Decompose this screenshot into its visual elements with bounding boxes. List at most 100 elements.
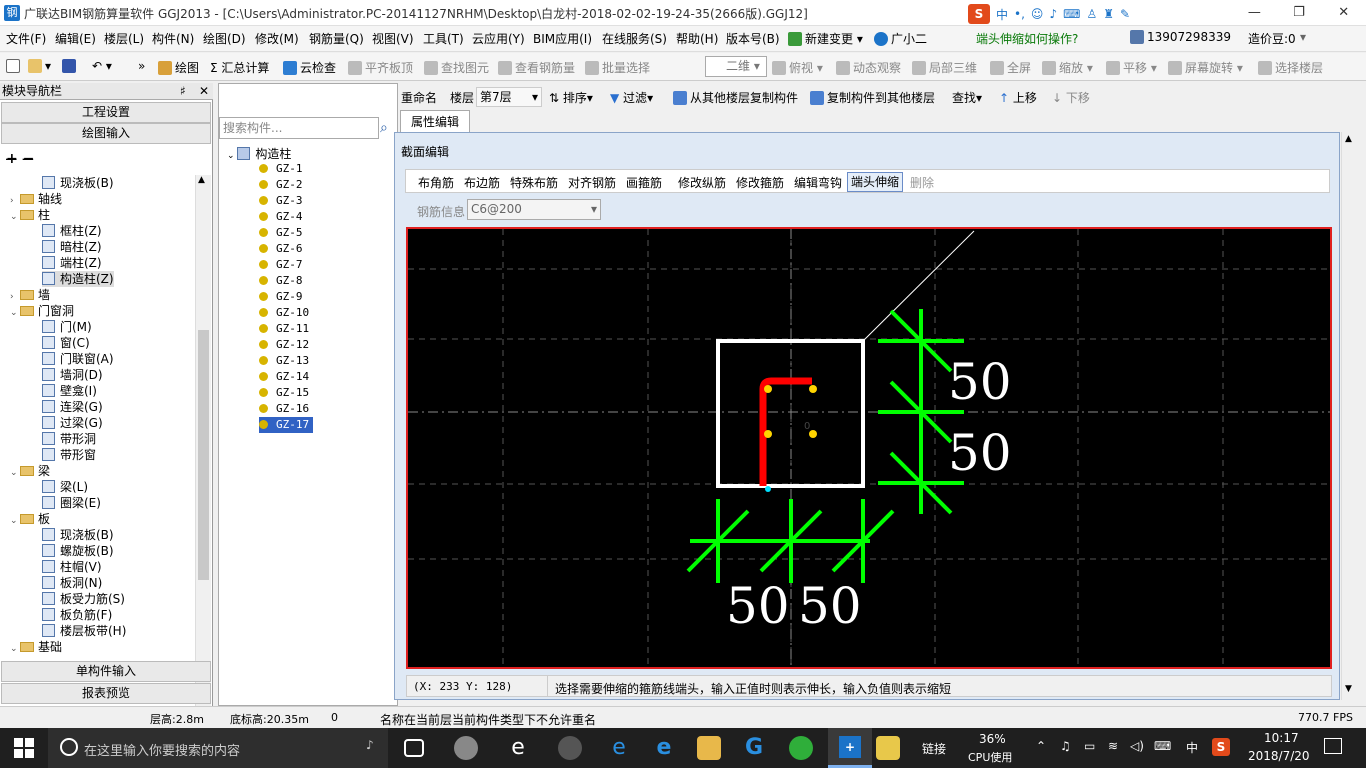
notes-app-icon[interactable] xyxy=(876,736,900,760)
mic-icon[interactable]: ♪ xyxy=(366,738,374,752)
component-item[interactable]: GZ-14 xyxy=(259,369,309,385)
section-canvas[interactable]: 0 50 50 50 50 xyxy=(406,227,1332,669)
component-item[interactable]: GZ-2 xyxy=(259,177,303,193)
task-view-icon[interactable] xyxy=(404,739,424,757)
tree-item[interactable]: 圈梁(E) xyxy=(42,495,101,511)
ggj-app-taskbar-button[interactable]: + xyxy=(828,728,872,768)
tool-edit-hook[interactable]: 编辑弯钩 xyxy=(794,174,842,191)
tab-report-preview[interactable]: 报表预览 xyxy=(1,683,211,704)
collapse-icon[interactable]: ⌄ xyxy=(227,151,237,161)
user-icon[interactable]: ♙ xyxy=(1086,7,1097,21)
more-icon[interactable]: » xyxy=(138,59,145,73)
keyboard-icon[interactable]: ⌨ xyxy=(1063,7,1080,21)
menu-modify[interactable]: 修改(M) xyxy=(255,30,299,47)
tree-item[interactable]: 楼层板带(H) xyxy=(42,623,126,639)
tree-folder[interactable]: ⌄ 柱 xyxy=(10,207,50,223)
search-input[interactable]: 搜索构件... xyxy=(219,117,379,139)
file-explorer-icon[interactable] xyxy=(697,736,721,760)
close-button[interactable]: ✕ xyxy=(1321,0,1366,26)
tree-item[interactable]: 板受力筋(S) xyxy=(42,591,125,607)
component-root[interactable]: ⌄ 构造柱 xyxy=(227,145,291,162)
copy-to-floor-button[interactable]: 复制构件到其他楼层 xyxy=(810,89,935,106)
menu-online[interactable]: 在线服务(S) xyxy=(602,30,667,47)
ie-blue-icon[interactable]: e xyxy=(652,736,676,760)
menu-view[interactable]: 视图(V) xyxy=(372,30,414,47)
menu-version[interactable]: 版本号(B) xyxy=(726,30,780,47)
price-beans[interactable]: 造价豆:0 xyxy=(1248,30,1296,47)
floor-select[interactable]: 第7层 ▾ xyxy=(476,87,542,107)
copy-from-floor-button[interactable]: 从其他楼层复制构件 xyxy=(673,89,798,106)
sort-button[interactable]: ⇅ 排序▾ xyxy=(549,89,593,106)
tree-item[interactable]: 带形洞 xyxy=(42,431,96,447)
view-mode-select[interactable]: 二维 ▾ xyxy=(705,56,767,77)
tab-project-settings[interactable]: 工程设置 xyxy=(1,102,211,123)
component-item[interactable]: GZ-8 xyxy=(259,273,303,289)
menu-floor[interactable]: 楼层(L) xyxy=(104,30,144,47)
component-item[interactable]: GZ-12 xyxy=(259,337,309,353)
edge-icon[interactable]: e xyxy=(607,736,631,760)
tree-item[interactable]: 梁(L) xyxy=(42,479,88,495)
summary-button[interactable]: Σ 汇总计算 xyxy=(210,59,269,76)
menu-cloud[interactable]: 云应用(Y) xyxy=(472,30,525,47)
tree-item[interactable]: 板洞(N) xyxy=(42,575,102,591)
fan-app-icon[interactable] xyxy=(454,736,478,760)
menu-tools[interactable]: 工具(T) xyxy=(423,30,464,47)
flush-top-button[interactable]: 平齐板顶 xyxy=(348,59,413,76)
price-dropdown-icon[interactable]: ▾ xyxy=(1300,30,1306,44)
maximize-button[interactable]: ❐ xyxy=(1277,0,1322,26)
menu-bim[interactable]: BIM应用(I) xyxy=(533,30,592,47)
tree-item[interactable]: 柱帽(V) xyxy=(42,559,102,575)
battery-icon[interactable]: ▭ xyxy=(1084,739,1095,753)
clock-time[interactable]: 10:17 xyxy=(1264,731,1299,745)
windows-start-icon[interactable] xyxy=(14,738,34,758)
wifi-icon[interactable]: ≋ xyxy=(1108,739,1118,753)
tree-item[interactable]: 过梁(G) xyxy=(42,415,103,431)
tree-item[interactable]: 带形窗 xyxy=(42,447,96,463)
tray-expand-icon[interactable]: ⌃ xyxy=(1036,739,1046,753)
tree-item[interactable]: 门联窗(A) xyxy=(42,351,114,367)
select-floor-button[interactable]: 选择楼层 xyxy=(1258,59,1323,76)
scroll-up-icon[interactable]: ▲ xyxy=(1345,134,1352,144)
link-toolbar[interactable]: 链接 xyxy=(922,740,946,757)
taskbar-search[interactable]: 在这里输入你要搜索的内容 ♪ xyxy=(48,728,388,768)
view-rebar-button[interactable]: 查看钢筋量 xyxy=(498,59,575,76)
top-view-button[interactable]: 俯视 ▾ xyxy=(772,59,823,76)
chevron-down-icon[interactable]: ⌄ xyxy=(10,641,20,657)
tree-folder[interactable]: › 轴线 xyxy=(10,191,62,207)
punctuation-icon[interactable]: •, xyxy=(1014,7,1025,21)
tree-item[interactable]: 窗(C) xyxy=(42,335,90,351)
component-item[interactable]: GZ-17 xyxy=(259,417,314,433)
tab-property-edit[interactable]: 属性编辑 xyxy=(400,110,470,132)
ime-lang-indicator[interactable]: 中 xyxy=(1186,739,1198,756)
fullscreen-button[interactable]: 全屏 xyxy=(990,59,1031,76)
ime-lang[interactable]: 中 xyxy=(996,6,1008,23)
tree-item[interactable]: 构造柱(Z) xyxy=(42,271,114,287)
nav-scrollbar[interactable]: ▲ ▼ xyxy=(195,175,211,740)
scroll-up-icon[interactable]: ▲ xyxy=(198,175,205,185)
undo-icon[interactable]: ↶ ▾ xyxy=(92,59,112,73)
menu-edit[interactable]: 编辑(E) xyxy=(55,30,96,47)
component-item[interactable]: GZ-10 xyxy=(259,305,309,321)
tool-edge-rebar[interactable]: 布边筋 xyxy=(464,174,500,191)
close-icon[interactable]: ✕ xyxy=(199,83,209,100)
chevron-down-icon[interactable]: ⌄ xyxy=(10,513,20,529)
tree-item[interactable]: 现浇板(B) xyxy=(42,527,114,543)
cloud-check-button[interactable]: 云检查 xyxy=(283,59,336,76)
green-browser-icon[interactable] xyxy=(789,736,813,760)
tree-item[interactable]: 现浇板(B) xyxy=(42,175,114,191)
scroll-down-icon[interactable]: ▼ xyxy=(1345,684,1352,694)
menu-draw[interactable]: 绘图(D) xyxy=(203,30,246,47)
new-file-icon[interactable] xyxy=(6,59,23,73)
component-item[interactable]: GZ-5 xyxy=(259,225,303,241)
tree-item[interactable]: 暗柱(Z) xyxy=(42,239,102,255)
sogou-tray-icon[interactable]: S xyxy=(1212,738,1230,756)
tool-special-rebar[interactable]: 特殊布筋 xyxy=(510,174,558,191)
draw-button[interactable]: 绘图 xyxy=(158,59,199,76)
tool-corner-rebar[interactable]: 布角筋 xyxy=(418,174,454,191)
tree-folder[interactable]: ⌄ 板 xyxy=(10,511,50,527)
local-3d-button[interactable]: 局部三维 xyxy=(912,59,977,76)
glodon-g-icon[interactable]: G xyxy=(742,736,766,760)
filter-button[interactable]: ▼ 过滤▾ xyxy=(610,89,653,106)
pin-icon[interactable]: ♯ xyxy=(180,83,186,100)
component-item[interactable]: GZ-13 xyxy=(259,353,309,369)
